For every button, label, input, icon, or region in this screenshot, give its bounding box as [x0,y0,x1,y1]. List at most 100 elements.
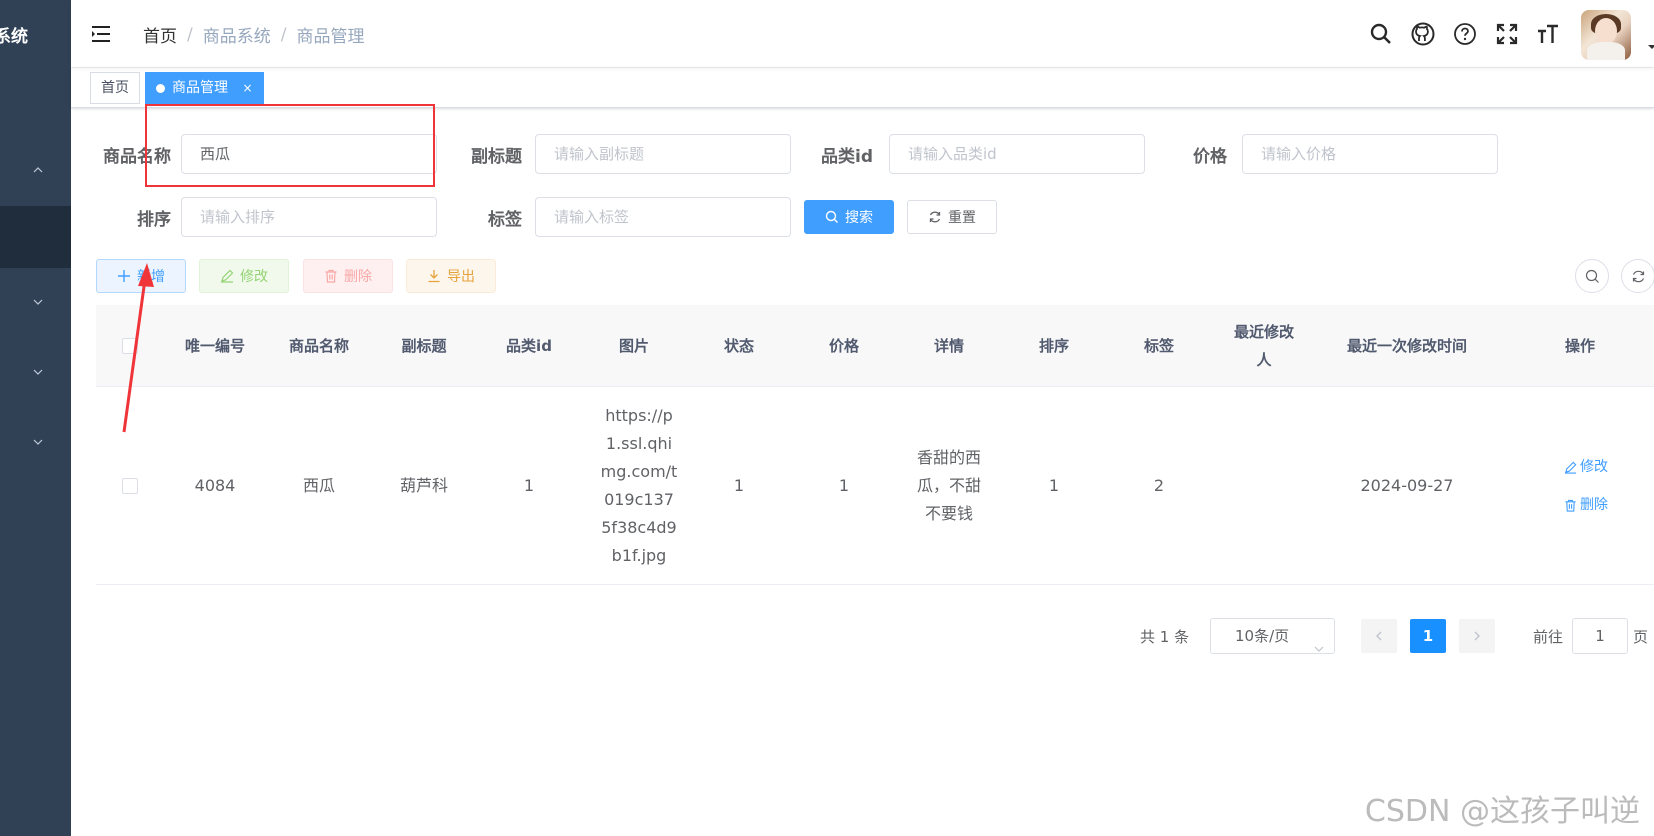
breadcrumb-product-manage: 商品管理 [296,27,365,47]
cell-operations: 修改 删除 [1512,387,1654,585]
github-icon[interactable] [1411,22,1435,46]
caret-down-icon[interactable] [1647,40,1654,50]
edit-icon [221,269,234,283]
cell-modifier [1212,387,1316,585]
toggle-search-button[interactable] [1575,259,1609,293]
category-id-input[interactable]: 请输入品类id [889,134,1145,174]
price-input[interactable]: 请输入价格 [1242,134,1498,174]
pagination-total: 共 1 条 [1140,628,1190,646]
refresh-table-button[interactable] [1621,259,1654,293]
table-row[interactable]: 4084 西瓜 葫芦科 1 https://p1.ssl.qhimg.com/t… [96,387,1654,585]
header-cell: 最近修改人 [1233,323,1294,369]
row-edit-label: 修改 [1580,459,1608,475]
cell-image-url: https://p1.ssl.qhimg.com/t019c1375f38c4d… [600,406,678,565]
search-icon [825,210,838,223]
cell-sort: 1 [1048,476,1060,495]
row-select[interactable] [96,387,164,585]
tag-label: 首页 [101,80,129,96]
chevron-down-icon [1314,632,1324,652]
page-size-select[interactable]: 10条/页 [1210,618,1335,654]
header-cell: 操作 [1564,337,1595,355]
goto-suffix: 页 [1633,628,1649,646]
page-size-value: 10条/页 [1235,627,1290,645]
chevron-down-icon[interactable] [32,296,44,308]
refresh-icon [929,211,941,223]
cell-modified-time: 2024-09-27 [1360,476,1454,495]
goto-page-input[interactable]: 1 [1572,618,1628,654]
trash-icon [325,269,337,283]
watermark-text: CSDN @这孩子叫逆 [1364,794,1640,829]
header-cell: 品类id [506,337,552,355]
sidebar-logo-title: 系统 [0,27,28,47]
label-price: 价格 [1193,147,1227,167]
annotation-highlight-box [145,104,435,187]
row-delete-link[interactable]: 删除 [1564,491,1608,519]
edit-button[interactable]: 修改 [199,259,289,293]
cell-status: 1 [733,476,745,495]
header-cell: 状态 [723,337,754,355]
row-edit-link[interactable]: 修改 [1564,453,1608,481]
subtitle-input[interactable]: 请输入副标题 [535,134,791,174]
breadcrumb-separator: / [280,24,287,45]
checkbox[interactable] [122,338,138,354]
header-cell: 价格 [828,337,859,355]
fullscreen-icon[interactable] [1495,22,1519,46]
close-icon[interactable]: × [242,81,252,95]
cell-detail: 香甜的西瓜，不甜不要钱 [916,448,981,523]
cell-name: 西瓜 [302,476,335,495]
edit-button-label: 修改 [240,269,268,285]
reset-button[interactable]: 重置 [907,200,997,234]
download-icon [428,270,440,283]
trash-icon [1565,499,1576,512]
next-page-button[interactable] [1459,619,1495,653]
label-category-id: 品类id [821,147,873,167]
header-cell: 商品名称 [288,337,349,355]
help-icon[interactable] [1453,22,1477,46]
goto-label: 前往 [1533,628,1564,646]
header-cell: 图片 [618,337,649,355]
menu-fold-icon[interactable] [91,24,111,44]
plus-icon [118,270,130,282]
export-button[interactable]: 导出 [406,259,496,293]
table-header: 唯一编号 商品名称 副标题 品类id 图片 状态 价格 详情 排序 标签 最近修… [96,305,1654,387]
breadcrumb-product-system: 商品系统 [202,27,271,47]
navbar: 首页 / 商品系统 / 商品管理 [71,0,1654,68]
delete-button[interactable]: 删除 [303,259,393,293]
search-icon[interactable] [1369,22,1393,46]
sidebar-item-active[interactable] [0,206,71,268]
tags-input[interactable]: 请输入标签 [535,197,791,237]
font-size-icon[interactable] [1536,22,1560,46]
sidebar: 系统 [0,0,71,836]
checkbox[interactable] [122,478,138,494]
chevron-up-icon[interactable] [32,164,44,176]
page-number-current[interactable]: 1 [1410,619,1446,653]
tag-home[interactable]: 首页 [90,72,140,104]
breadcrumb: 首页 / 商品系统 / 商品管理 [143,22,365,48]
breadcrumb-separator: / [187,24,193,45]
cell-tags: 2 [1153,476,1165,495]
sort-input[interactable]: 请输入排序 [181,197,437,237]
header-cell: 排序 [1038,337,1069,355]
export-button-label: 导出 [447,269,475,285]
active-dot-icon [156,84,165,93]
prev-page-button[interactable] [1361,619,1397,653]
breadcrumb-home[interactable]: 首页 [143,22,177,47]
header-cell: 详情 [933,337,964,355]
chevron-down-icon[interactable] [32,436,44,448]
tag-product-manage[interactable]: 商品管理 × [145,72,264,104]
header-cell: 标签 [1143,337,1174,355]
header-cell: 副标题 [401,337,447,355]
cell-subtitle: 葫芦科 [399,476,448,495]
chevron-left-icon [1376,631,1382,641]
header-cell: 唯一编号 [184,337,245,355]
chevron-down-icon[interactable] [32,366,44,378]
cell-id: 4084 [194,476,236,495]
add-button[interactable]: 新增 [96,259,186,293]
header-select-all[interactable] [96,305,164,387]
label-sort: 排序 [137,210,171,230]
pagination: 共 1 条 10条/页 1 前往 1 页 [71,618,1654,654]
cell-category: 1 [523,476,535,495]
search-button[interactable]: 搜索 [804,200,894,234]
user-avatar[interactable] [1581,10,1631,60]
search-button-label: 搜索 [845,210,873,226]
